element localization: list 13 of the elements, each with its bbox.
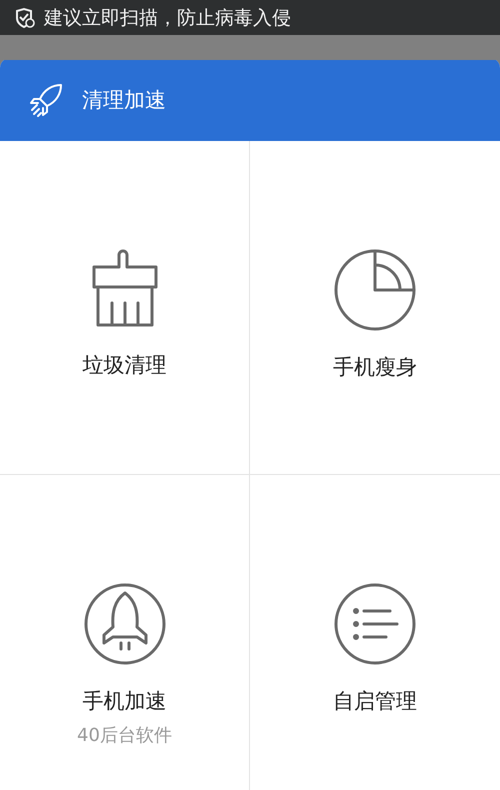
rocket-icon xyxy=(28,82,64,118)
shield-icon xyxy=(14,6,36,28)
panel-title: 清理加速 xyxy=(82,86,166,114)
rocket-icon xyxy=(84,583,166,665)
pie-chart-icon xyxy=(334,249,416,331)
list-icon xyxy=(334,583,416,665)
tile-subtitle: 40后台软件 xyxy=(77,724,172,747)
tile-label[interactable]: 手机瘦身 xyxy=(333,353,417,381)
tile-label[interactable]: 垃圾清理 xyxy=(82,351,166,379)
tile-label[interactable]: 自启管理 xyxy=(333,687,417,715)
notification-bar[interactable]: 建议立即扫描，防止病毒入侵 xyxy=(0,0,500,35)
tile-label[interactable]: 手机加速 xyxy=(82,687,166,715)
notification-text: 建议立即扫描，防止病毒入侵 xyxy=(44,6,291,30)
